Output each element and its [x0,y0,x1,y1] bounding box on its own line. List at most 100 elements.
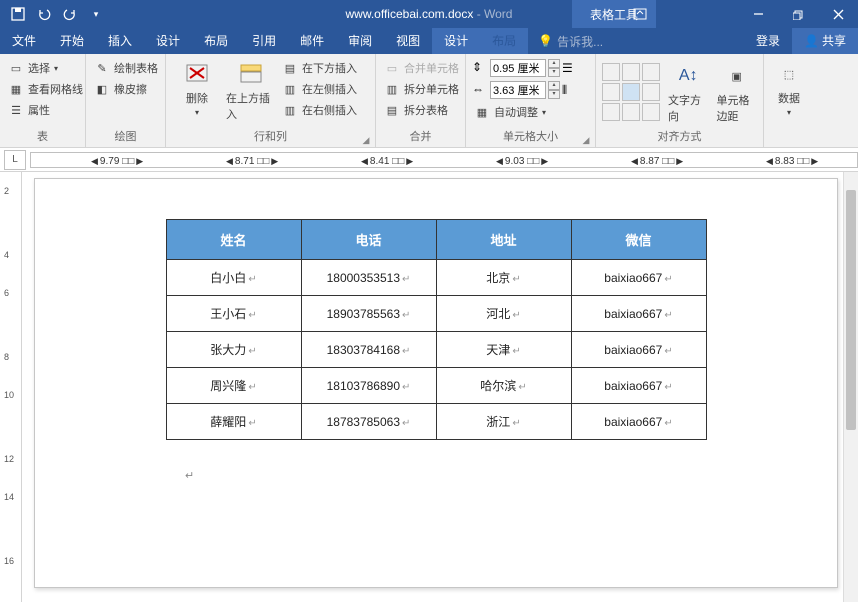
table-cell[interactable]: 18000353513↵ [301,260,436,296]
tab-table-design[interactable]: 设计 [432,28,480,54]
table-row[interactable]: 王小石↵18903785563↵河北↵baixiao667↵ [166,296,706,332]
autofit-button[interactable]: ▦自动调整 ▾ [472,102,573,122]
tab-mailings[interactable]: 邮件 [288,28,336,54]
ribbon-group-rows-cols: 删除▾ 在上方插入 ▤在下方插入 ▥在左侧插入 ▥在右侧插入 行和列◢ [166,54,376,147]
ribbon: ▭选择 ▾ ▦查看网格线 ☰属性 表 ✎绘制表格 ◧橡皮擦 绘图 删除▾ 在上方… [0,54,858,148]
tab-table-layout[interactable]: 布局 [480,28,528,54]
undo-icon[interactable] [32,3,56,25]
merge-cells-button: ▭合并单元格 [382,58,461,78]
col-width-icon: ⇔ [472,82,488,98]
view-gridlines-button[interactable]: ▦查看网格线 [6,79,85,99]
table-row[interactable]: 周兴隆↵18103786890↵哈尔滨↵baixiao667↵ [166,368,706,404]
group-label [770,142,808,147]
table-cell[interactable]: 北京↵ [436,260,571,296]
vertical-ruler[interactable]: 2 4 6 8 10 12 14 16 [0,172,22,602]
table-cell[interactable]: 天津↵ [436,332,571,368]
share-button[interactable]: 👤共享 [792,28,858,54]
cursor-icon: ▭ [8,60,24,76]
row-height-input[interactable] [490,59,546,77]
qat-customize-icon[interactable]: ▾ [84,3,108,25]
tab-references[interactable]: 引用 [240,28,288,54]
split-table-button[interactable]: ▤拆分表格 [382,100,461,120]
close-button[interactable] [818,0,858,28]
col-width-input[interactable] [490,81,546,99]
tab-view[interactable]: 视图 [384,28,432,54]
table-cell[interactable]: 浙江↵ [436,404,571,440]
data-button[interactable]: ⬚ 数据▾ [770,58,808,117]
table-cell[interactable]: 白小白↵ [166,260,301,296]
document-table[interactable]: 姓名 电话 地址 微信 白小白↵18000353513↵北京↵baixiao66… [166,219,707,440]
split-table-icon: ▤ [384,102,400,118]
table-cell[interactable]: 薛耀阳↵ [166,404,301,440]
tell-me-search[interactable]: 💡告诉我... [528,33,603,50]
data-icon: ⬚ [773,60,805,88]
vertical-scrollbar[interactable] [843,172,858,602]
tab-design[interactable]: 设计 [144,28,192,54]
insert-below-button[interactable]: ▤在下方插入 [280,58,359,78]
ribbon-display-options-icon[interactable] [622,0,658,28]
table-cell[interactable]: 河北↵ [436,296,571,332]
scrollbar-thumb[interactable] [846,190,856,430]
tab-review[interactable]: 审阅 [336,28,384,54]
header-cell[interactable]: 微信 [571,220,706,260]
login-button[interactable]: 登录 [744,28,792,54]
merge-icon: ▭ [384,60,400,76]
table-cell[interactable]: 18783785063↵ [301,404,436,440]
tab-home[interactable]: 开始 [48,28,96,54]
save-icon[interactable] [6,3,30,25]
table-cell[interactable]: baixiao667↵ [571,332,706,368]
table-cell[interactable]: baixiao667↵ [571,260,706,296]
properties-button[interactable]: ☰属性 [6,100,85,120]
header-cell[interactable]: 电话 [301,220,436,260]
draw-table-button[interactable]: ✎绘制表格 [92,58,160,78]
insert-above-button[interactable]: 在上方插入 [226,58,276,122]
insert-right-button[interactable]: ▥在右侧插入 [280,100,359,120]
delete-button[interactable]: 删除▾ [172,58,222,117]
table-cell[interactable]: baixiao667↵ [571,296,706,332]
select-button[interactable]: ▭选择 ▾ [6,58,85,78]
cell-margins-button[interactable]: ▣ 单元格边距 [717,60,758,124]
split-cells-icon: ▥ [384,81,400,97]
tab-insert[interactable]: 插入 [96,28,144,54]
restore-button[interactable] [778,0,818,28]
split-cells-button[interactable]: ▥拆分单元格 [382,79,461,99]
tab-layout[interactable]: 布局 [192,28,240,54]
table-cell[interactable]: 18103786890↵ [301,368,436,404]
table-cell[interactable]: 18303784168↵ [301,332,436,368]
eraser-icon: ◧ [94,81,110,97]
table-cell[interactable]: 周兴隆↵ [166,368,301,404]
document-page[interactable]: 姓名 电话 地址 微信 白小白↵18000353513↵北京↵baixiao66… [34,178,838,588]
minimize-button[interactable] [738,0,778,28]
group-label: 合并 [382,126,459,147]
dialog-launcher-icon[interactable]: ◢ [581,135,591,145]
text-direction-button[interactable]: A↕ 文字方向 [668,60,709,124]
table-row[interactable]: 薛耀阳↵18783785063↵浙江↵baixiao667↵ [166,404,706,440]
distribute-rows-icon[interactable]: ☰ [562,61,573,75]
table-cell[interactable]: 王小石↵ [166,296,301,332]
height-spinner[interactable]: ▴▾ [548,59,560,77]
table-row[interactable]: 张大力↵18303784168↵天津↵baixiao667↵ [166,332,706,368]
window-controls [738,0,858,28]
delete-icon [181,60,213,88]
tab-file[interactable]: 文件 [0,28,48,54]
header-cell[interactable]: 地址 [436,220,571,260]
table-cell[interactable]: 18903785563↵ [301,296,436,332]
redo-icon[interactable] [58,3,82,25]
table-cell[interactable]: baixiao667↵ [571,404,706,440]
table-cell[interactable]: 张大力↵ [166,332,301,368]
insert-left-button[interactable]: ▥在左侧插入 [280,79,359,99]
table-row[interactable]: 白小白↵18000353513↵北京↵baixiao667↵ [166,260,706,296]
eraser-button[interactable]: ◧橡皮擦 [92,79,160,99]
cell-alignment-grid[interactable] [602,63,660,121]
ruler-corner[interactable]: L [4,150,26,170]
header-cell[interactable]: 姓名 [166,220,301,260]
horizontal-ruler[interactable]: L ◀9.79 □□▶ ◀8.71 □□▶ ◀8.41 □□▶ ◀9.03 □□… [0,148,858,172]
quick-access-toolbar: ▾ [0,3,108,25]
width-spinner[interactable]: ▴▾ [548,81,560,99]
text-direction-icon: A↕ [672,62,704,90]
dialog-launcher-icon[interactable]: ◢ [361,135,371,145]
table-cell[interactable]: baixiao667↵ [571,368,706,404]
table-cell[interactable]: 哈尔滨↵ [436,368,571,404]
distribute-cols-icon[interactable]: ⫴ [562,83,567,98]
table-header-row[interactable]: 姓名 电话 地址 微信 [166,220,706,260]
